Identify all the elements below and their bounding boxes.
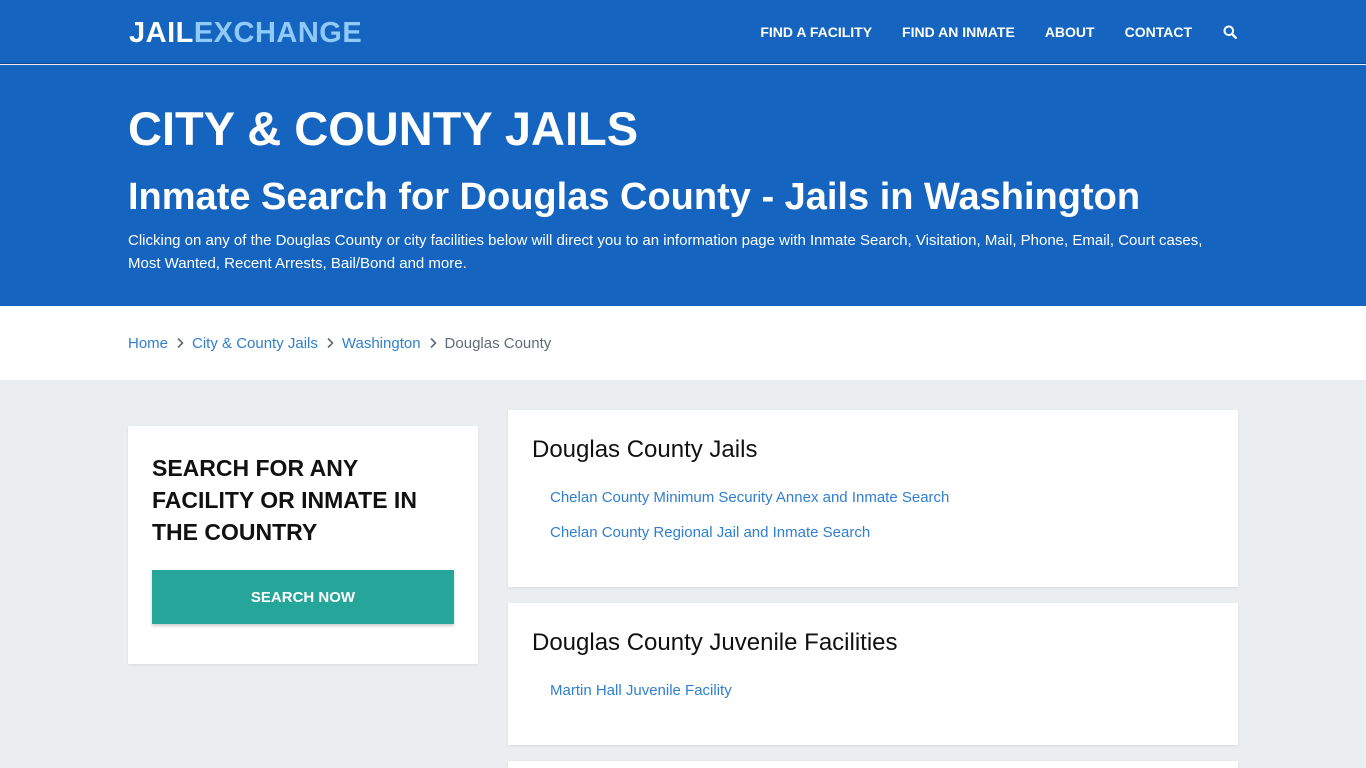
nav-about[interactable]: ABOUT xyxy=(1045,0,1095,64)
hero-banner: CITY & COUNTY JAILS Inmate Search for Do… xyxy=(0,65,1366,306)
hero-description: Clicking on any of the Douglas County or… xyxy=(128,232,1203,272)
hero-kicker: CITY & COUNTY JAILS xyxy=(128,102,639,155)
chevron-right-icon xyxy=(168,337,192,349)
breadcrumb-current: Douglas County xyxy=(444,334,552,352)
nav-contact[interactable]: CONTACT xyxy=(1125,0,1192,64)
chevron-right-icon xyxy=(421,337,445,349)
nav-find-facility[interactable]: FIND A FACILITY xyxy=(760,0,872,64)
juvenile-section-card: Douglas County Juvenile Facilities Marti… xyxy=(508,603,1238,745)
nav-find-inmate[interactable]: FIND AN INMATE xyxy=(902,0,1015,64)
next-section-card xyxy=(508,761,1238,768)
search-promo-card: SEARCH FOR ANY FACILITY OR INMATE IN THE… xyxy=(128,426,478,664)
section-heading: Douglas County Jails xyxy=(532,436,758,463)
breadcrumb-bar: Home City & County Jails Washington Doug… xyxy=(0,306,1366,380)
breadcrumb-home[interactable]: Home xyxy=(128,335,168,352)
main-nav: FIND A FACILITY FIND AN INMATE ABOUT CON… xyxy=(730,0,1238,64)
facility-link[interactable]: Martin Hall Juvenile Facility xyxy=(550,681,732,701)
jails-section-card: Douglas County Jails Chelan County Minim… xyxy=(508,410,1238,587)
breadcrumb: Home City & County Jails Washington Doug… xyxy=(128,306,551,380)
chevron-right-icon xyxy=(318,337,342,349)
logo-text-jail: JAIL xyxy=(129,17,194,49)
site-logo[interactable]: JAILEXCHANGE xyxy=(129,16,362,50)
facility-link[interactable]: Chelan County Regional Jail and Inmate S… xyxy=(550,523,870,543)
facility-link[interactable]: Chelan County Minimum Security Annex and… xyxy=(550,488,949,508)
page-title: Inmate Search for Douglas County - Jails… xyxy=(128,176,1141,218)
breadcrumb-city-county-jails[interactable]: City & County Jails xyxy=(192,335,318,352)
top-navbar: JAILEXCHANGE FIND A FACILITY FIND AN INM… xyxy=(0,0,1366,64)
section-heading: Douglas County Juvenile Facilities xyxy=(532,629,898,656)
breadcrumb-washington[interactable]: Washington xyxy=(342,335,421,352)
logo-text-exchange: EXCHANGE xyxy=(193,17,363,49)
search-now-button[interactable]: SEARCH NOW xyxy=(152,570,454,624)
search-icon[interactable] xyxy=(1222,0,1238,64)
search-promo-title: SEARCH FOR ANY FACILITY OR INMATE IN THE… xyxy=(152,455,417,545)
